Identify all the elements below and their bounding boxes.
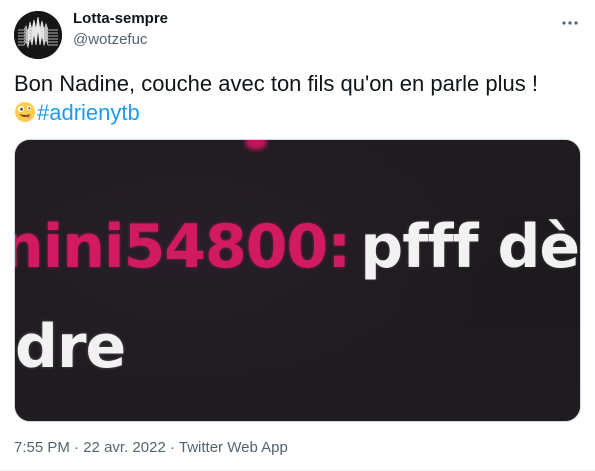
more-dots-icon	[562, 21, 578, 25]
display-name[interactable]: Lotta-sempre	[73, 10, 168, 27]
chat-message-start: pfff dès	[360, 212, 580, 282]
chat-username: nini54800:	[14, 212, 351, 282]
tweet-source[interactable]: Twitter Web App	[179, 439, 288, 456]
separator-dot: ·	[74, 439, 80, 456]
tweet-metadata: 7:55 PM · 22 avr. 2022 · Twitter Web App	[14, 439, 288, 456]
tweet-time[interactable]: 7:55 PM	[14, 439, 70, 456]
avatar[interactable]	[14, 11, 62, 59]
hashtag-link[interactable]: #adrienytb	[37, 100, 140, 125]
tweet-text-body: Bon Nadine, couche avec ton fils qu'on e…	[14, 71, 538, 96]
more-options-button[interactable]	[559, 12, 581, 34]
zany-face-emoji-icon	[14, 101, 36, 123]
separator-dot: ·	[169, 439, 175, 456]
avatar-image	[14, 11, 62, 59]
chat-line-1: nini54800:pfff dès	[14, 212, 580, 282]
tweet-text: Bon Nadine, couche avec ton fils qu'on e…	[14, 69, 584, 127]
user-handle[interactable]: @wotzefuc	[73, 31, 147, 48]
tweet-media-image[interactable]: nini54800:pfff dès dre	[14, 139, 581, 422]
tweet-date[interactable]: 22 avr. 2022	[83, 439, 166, 456]
chat-line-2: dre	[15, 312, 126, 382]
tweet-card[interactable]: Lotta-sempre @wotzefuc Bon Nadine, couch…	[0, 0, 595, 471]
